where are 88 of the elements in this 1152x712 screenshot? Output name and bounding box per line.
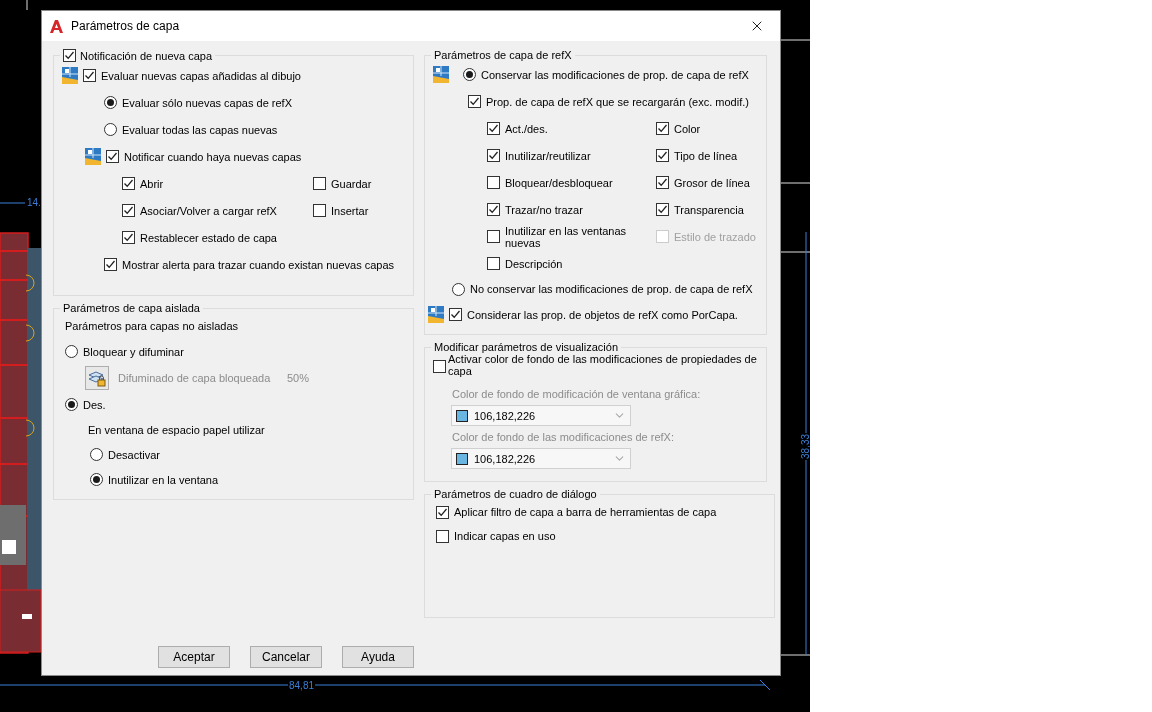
checkbox-label: Indicar capas en uso [454,530,556,542]
checkbox[interactable] [122,231,135,244]
checkbox-label: Evaluar nuevas capas añadidas al dibujo [101,69,301,82]
checkbox[interactable] [487,122,500,135]
dimension-label: 38,33 [800,432,810,460]
layer-lock-button[interactable] [85,366,109,390]
checkbox-label: Mostrar alerta para trazar cuando existan nuevas capas [122,258,395,271]
fade-value: 50% [287,372,310,384]
checkbox-label: Abrir [140,177,164,190]
radio-label: Evaluar todas las capas nuevas [122,123,278,136]
checkbox[interactable] [487,230,500,243]
checkbox-label: Act./des. [505,122,548,135]
checkbox[interactable] [656,149,669,162]
window-title: Parámetros de capa [71,19,181,33]
dialog-button[interactable]: Ayuda [342,646,414,668]
checkbox-label: Inutilizar/reutilizar [505,149,591,162]
checkbox[interactable] [436,529,449,543]
radio-button[interactable] [463,68,476,81]
checkbox[interactable] [83,69,96,82]
radio-label: Conservar las modificaciones de prop. de capa de refX [481,68,749,81]
checkbox-label: Color [674,122,701,135]
checkbox-label: Trazar/no trazar [505,203,583,216]
radio-label: Bloquear y difuminar [83,345,184,358]
app-icon [50,19,63,33]
checkbox[interactable] [122,204,135,217]
checkbox[interactable] [468,95,481,108]
field-label: Color de fondo de modificación de ventana gráfica: [452,388,701,400]
checkbox-label: Prop. de capa de refX que se recargarán (exc. modif.) [486,95,749,108]
checkbox[interactable] [63,49,76,62]
checkbox[interactable] [656,176,669,189]
checkbox[interactable] [449,308,462,321]
checkbox[interactable] [122,177,135,190]
group-title: Parámetros de capa de refX [434,49,572,61]
radio-label: No conservar las modificaciones de prop. de capa de refX [470,283,753,295]
field-label: Color de fondo de las modificaciones de refX: [452,431,674,443]
layer-icon [62,67,78,84]
checkbox-label: Guardar [331,177,372,190]
dialog-button[interactable]: Cancelar [250,646,322,668]
radio-button[interactable] [65,398,78,411]
layer-icon [433,66,449,83]
checkbox[interactable] [104,258,117,271]
radio-button[interactable] [90,448,103,461]
radio-label: Desactivar [108,448,160,461]
checkbox-label: Tipo de línea [674,149,738,162]
fade-label: Difuminado de capa bloqueada [118,372,272,384]
checkbox-label: Descripción [505,257,563,270]
radio-label: Inutilizar en la ventana [108,473,219,486]
dimension-label: 84,81 [288,680,316,691]
checkbox-label: Transparencia [674,203,744,216]
checkbox-label: Insertar [331,204,369,217]
radio-button[interactable] [104,123,117,136]
checkbox-label: Asociar/Volver a cargar refX [140,204,277,217]
checkbox-label: Restablecer estado de capa [140,231,277,244]
checkbox[interactable] [313,177,326,190]
radio-button[interactable] [65,345,78,358]
checkbox-label: Inutilizar en las ventanas nuevas [505,224,628,249]
radio-button[interactable] [90,473,103,486]
checkbox[interactable] [487,203,500,216]
section-label: Parámetros para capas no aisladas [65,320,239,332]
group-title: Parámetros de cuadro de diálogo [434,488,597,500]
radio-button[interactable] [452,282,465,296]
layer-icon [85,148,101,165]
group-title: Modificar parámetros de visualización [434,341,619,353]
radio-label: Des. [83,398,106,411]
dimension-label: 14. [26,197,42,208]
checkbox[interactable] [656,122,669,135]
group-title: Notificación de nueva capa [80,49,213,62]
checkbox[interactable] [313,204,326,217]
checkbox-label: Activar color de fondo de las modificaciones de propiedades de capa [448,353,758,377]
checkbox-label: Aplicar filtro de capa a barra de herramientas de capa [454,506,717,518]
checkbox-label: Considerar las prop. de objetos de refX como PorCapa. [467,308,738,321]
layer-icon [428,306,444,323]
checkbox[interactable] [433,360,446,373]
checkbox[interactable] [106,150,119,163]
checkbox-label: Bloquear/desbloquear [505,176,613,189]
radio-label: Evaluar sólo nuevas capas de refX [122,96,292,109]
group-title: Parámetros de capa aislada [63,302,200,314]
checkbox[interactable] [656,203,669,216]
radio-button[interactable] [104,96,117,109]
checkbox[interactable] [436,505,449,519]
section-label: En ventana de espacio papel utilizar [88,424,265,436]
checkbox[interactable] [487,149,500,162]
checkbox[interactable] [487,176,500,189]
dialog-button[interactable]: Aceptar [158,646,230,668]
checkbox-label: Grosor de línea [674,176,750,189]
checkbox-label: Estilo de trazado [674,230,756,243]
checkbox-label: Notificar cuando haya nuevas capas [124,150,302,163]
checkbox[interactable] [487,257,500,270]
